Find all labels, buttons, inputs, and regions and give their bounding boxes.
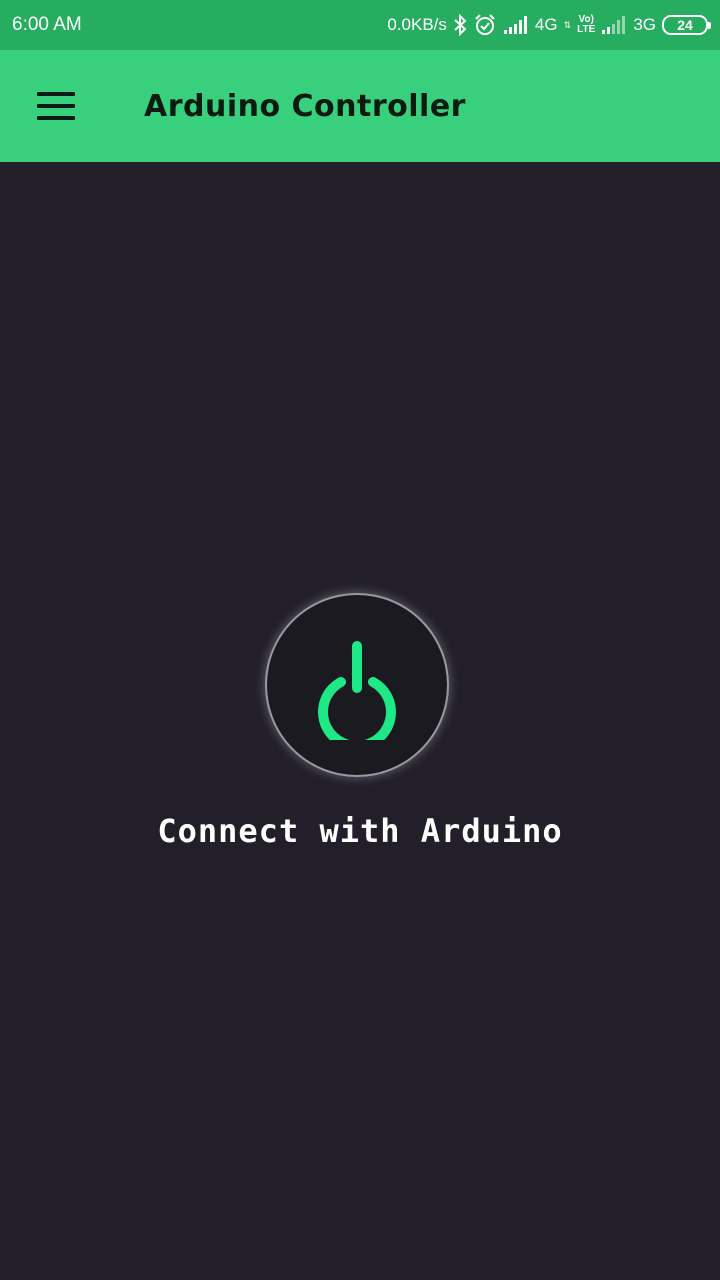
status-icons: 0.0KB/s 4G ⇅ Vo) LTE 3G 24 [387, 13, 711, 37]
app-bar: Arduino Controller [0, 50, 720, 162]
battery-level: 24 [677, 17, 693, 33]
network-4g: 4G [534, 15, 558, 34]
status-bar: 6:00 AM 0.0KB/s 4G ⇅ Vo) LTE 3G 24 [0, 0, 720, 50]
network-speed: 0.0KB/s [387, 15, 447, 34]
network-3g: 3G [633, 15, 656, 34]
power-button[interactable] [267, 595, 447, 775]
app-title: Arduino Controller [144, 88, 466, 124]
network-4g-arrows: ⇅ [563, 19, 572, 30]
volte-bottom: LTE [577, 24, 596, 35]
bluetooth-icon [453, 14, 467, 36]
power-icon [318, 641, 396, 740]
status-time: 6:00 AM [12, 14, 82, 35]
signal-icon [503, 15, 529, 35]
connect-label: Connect with Arduino [157, 812, 563, 850]
alarm-icon [473, 13, 497, 37]
volte-badge: Vo) LTE [577, 15, 595, 35]
battery-icon: 24 [662, 15, 711, 35]
hamburger-menu-icon[interactable] [26, 76, 86, 136]
signal-icon [601, 15, 627, 35]
